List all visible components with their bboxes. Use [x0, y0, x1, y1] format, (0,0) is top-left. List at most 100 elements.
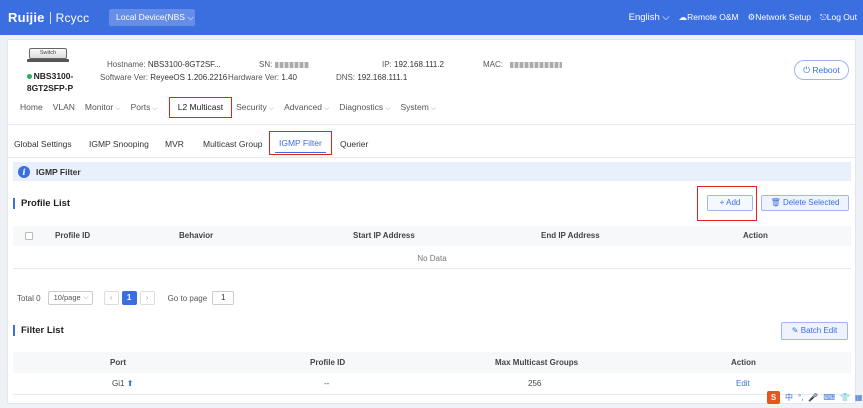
- logo-separator: [49, 11, 51, 24]
- main-panel: Switch NBS3100- 8GT2SFP-P Hostname: NBS3…: [7, 39, 857, 404]
- info-banner: i IGMP Filter: [13, 162, 851, 181]
- chevron-left-icon: ‹: [109, 293, 113, 302]
- mac-info: MAC:: [483, 60, 563, 69]
- nav-advanced[interactable]: Advanced ⌵: [281, 97, 336, 118]
- port-value: Gi1: [112, 379, 125, 388]
- logout-link[interactable]: ⎋Log Out: [820, 12, 857, 23]
- hardware-info: Hardware Ver: 1.40: [228, 73, 297, 82]
- tab-mvr[interactable]: MVR: [165, 135, 184, 153]
- profile-table-header: Profile ID Behavior Start IP Address End…: [13, 226, 851, 246]
- device-selector-label: Local Device(NBS: [116, 12, 185, 22]
- tab-igmp-filter[interactable]: IGMP Filter: [269, 131, 332, 155]
- edit-link[interactable]: Edit: [736, 373, 750, 395]
- goto-page-label: Go to page: [167, 293, 208, 303]
- tab-multicast-group[interactable]: Multicast Group: [203, 135, 263, 153]
- nav-monitor[interactable]: Monitor ⌵: [82, 97, 128, 118]
- dns-value: 192.168.111.1: [357, 73, 408, 82]
- chevron-down-icon: ⌵: [152, 105, 158, 112]
- device-selector[interactable]: Local Device(NBS ⌵: [109, 9, 195, 26]
- switch-device-icon: Switch: [29, 48, 67, 59]
- ip-label: IP:: [382, 60, 392, 69]
- col-port: Port: [110, 358, 126, 367]
- grid-icon[interactable]: ▦: [855, 393, 863, 402]
- max-groups-cell: 256: [528, 379, 542, 388]
- nav-ports-label: Ports: [130, 102, 151, 112]
- microphone-icon[interactable]: 🎤: [808, 393, 818, 402]
- remote-om-link[interactable]: ☁Remote O&M: [679, 12, 739, 23]
- col-start-ip: Start IP Address: [353, 231, 415, 240]
- chevron-down-icon: ⌵: [323, 105, 330, 112]
- tab-querier[interactable]: Querier: [340, 135, 368, 153]
- nav-vlan-label: VLAN: [52, 102, 75, 112]
- hostname-info: Hostname: NBS3100-8GT2SF...: [107, 60, 221, 69]
- goto-page-input[interactable]: 1: [212, 291, 235, 305]
- model-line1: NBS3100-: [33, 71, 74, 81]
- nav-l2-multicast-label: L2 Multicast: [177, 102, 224, 112]
- nav-vlan[interactable]: VLAN: [50, 97, 82, 118]
- delete-selected-label: Delete Selected: [782, 198, 840, 207]
- punctuation-icon[interactable]: °,: [798, 393, 803, 402]
- nav-l2-multicast[interactable]: L2 Multicast: [168, 97, 233, 118]
- nav-home-label: Home: [20, 102, 43, 112]
- profile-list-title-text: Profile List: [21, 198, 71, 209]
- filter-list-title-text: Filter List: [21, 325, 64, 336]
- online-status-icon: [26, 74, 32, 80]
- language-selector[interactable]: English ⌵: [629, 12, 670, 23]
- model-line2: 8GT2SFP-P: [26, 83, 74, 93]
- table-row: Gi1 ⬆ -- 256 Edit: [13, 373, 851, 395]
- ime-lang-toggle[interactable]: 中: [785, 392, 793, 403]
- switch-icon-label: Switch: [39, 50, 57, 56]
- main-nav: Home VLAN Monitor ⌵ Ports ⌵ L2 Multicast S…: [8, 97, 443, 118]
- nav-security-label: Security: [236, 102, 267, 112]
- keyboard-icon[interactable]: ⌨: [823, 393, 835, 402]
- col-behavior: Behavior: [179, 231, 214, 240]
- page-size-value: 10/page: [53, 293, 81, 302]
- col-action: Action: [743, 231, 768, 240]
- page-1-button[interactable]: 1: [121, 291, 137, 305]
- delete-selected-button[interactable]: 🗑 Delete Selected: [761, 195, 849, 211]
- cloud-icon: ☁: [678, 12, 688, 22]
- nav-diagnostics[interactable]: Diagnostics ⌵: [336, 97, 397, 118]
- nav-system[interactable]: System ⌵: [397, 97, 443, 118]
- ime-logo-icon[interactable]: S: [767, 391, 780, 404]
- page-size-select[interactable]: 10/page ⌵: [47, 291, 93, 305]
- tab-mvr-label: MVR: [165, 139, 184, 149]
- add-button[interactable]: + Add: [707, 195, 753, 211]
- tab-global-settings-label: Global Settings: [14, 139, 72, 149]
- language-label: English: [628, 12, 660, 23]
- switch-base: [27, 59, 69, 62]
- chevron-down-icon: ⌵: [187, 12, 194, 22]
- nav-home[interactable]: Home: [8, 97, 50, 118]
- port-cell: Gi1 ⬆: [112, 373, 133, 395]
- select-all-checkbox[interactable]: [25, 232, 33, 240]
- device-info: Switch NBS3100- 8GT2SFP-P Hostname: NBS3…: [8, 40, 857, 98]
- sub-tabs: Global Settings IGMP Snooping MVR Multic…: [8, 129, 857, 158]
- nav-divider: [8, 124, 857, 125]
- hostname-label: Hostname:: [107, 60, 146, 69]
- shirt-icon[interactable]: 👕: [840, 393, 850, 402]
- nav-system-label: System: [400, 102, 429, 112]
- power-icon: ⏻: [803, 65, 813, 75]
- total-count: Total 0: [17, 293, 41, 303]
- tab-global-settings[interactable]: Global Settings: [14, 135, 72, 153]
- next-page-button[interactable]: ›: [139, 291, 155, 305]
- ip-value: 192.168.111.2: [394, 60, 444, 69]
- batch-edit-button[interactable]: ✎ Batch Edit: [781, 322, 848, 340]
- nav-security[interactable]: Security ⌵: [232, 97, 281, 118]
- nav-ports[interactable]: Ports ⌵: [128, 97, 165, 118]
- nav-diagnostics-label: Diagnostics: [339, 102, 384, 112]
- sn-info: SN:: [259, 60, 309, 69]
- network-setup-link[interactable]: ⚙Network Setup: [748, 12, 811, 23]
- hostname-value: NBS3100-8GT2SF...: [147, 60, 221, 69]
- no-data-text: No Data: [417, 254, 447, 263]
- dns-info: DNS: 192.168.111.1: [336, 73, 407, 82]
- network-setup-label: Network Setup: [755, 12, 812, 22]
- reboot-label: Reboot: [812, 65, 840, 75]
- reboot-button[interactable]: ⏻ Reboot: [794, 60, 849, 80]
- top-bar: Ruijie Rcycc Local Device(NBS ⌵ English …: [0, 0, 863, 35]
- tab-querier-label: Querier: [340, 139, 369, 149]
- ip-info: IP: 192.168.111.2: [382, 60, 444, 69]
- tab-igmp-snooping[interactable]: IGMP Snooping: [89, 135, 149, 153]
- nav-monitor-label: Monitor: [84, 102, 114, 112]
- prev-page-button[interactable]: ‹: [103, 291, 119, 305]
